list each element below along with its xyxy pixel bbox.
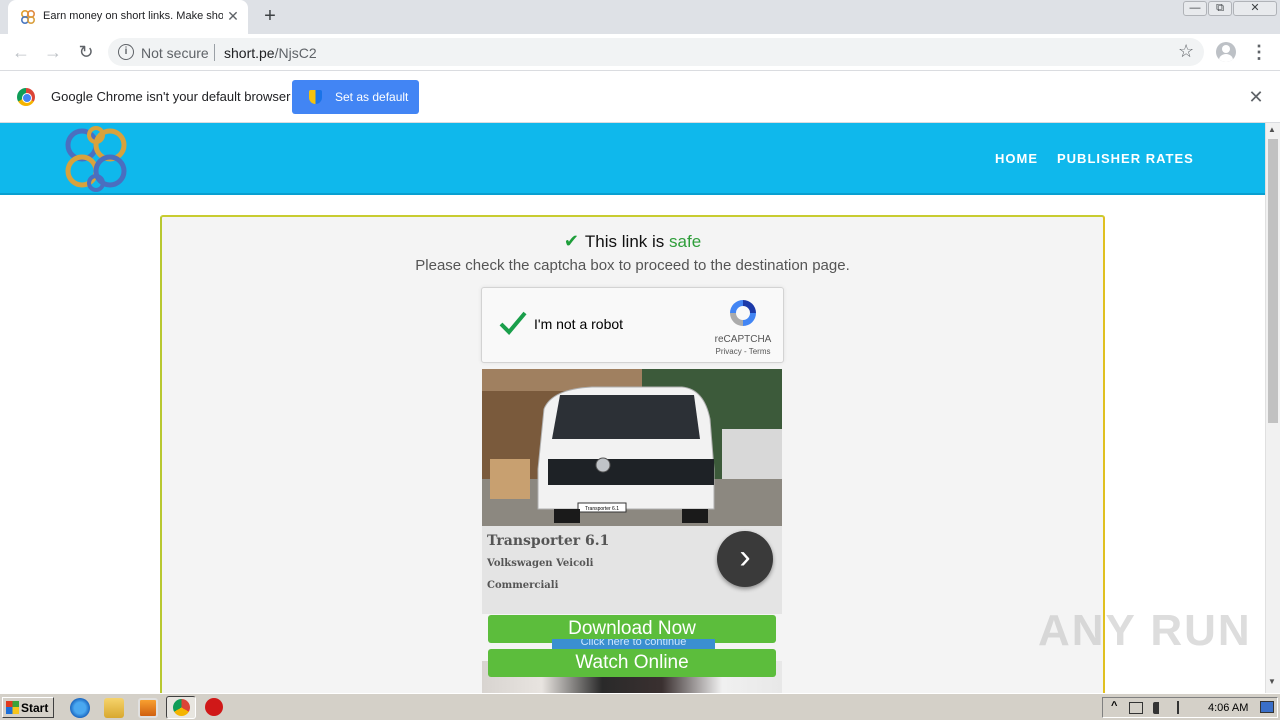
van-plate: Transporter 6.1	[585, 506, 619, 512]
chrome-taskbar-button[interactable]	[166, 696, 196, 719]
address-bar[interactable]: i Not secure short.pe/NjsC2 ☆	[108, 38, 1204, 66]
system-tray: ^	[1102, 697, 1278, 718]
taskbar-clock[interactable]: 4:06 AM	[1208, 702, 1248, 714]
advertisement[interactable]: Transporter 6.1 Transporter 6.1 Volkswag…	[482, 369, 782, 614]
page-scrollbar[interactable]: ▲ ▼	[1265, 123, 1280, 693]
scrollbar-thumb[interactable]	[1268, 139, 1278, 423]
chrome-logo-icon	[17, 88, 35, 106]
safe-prefix: This link is	[584, 232, 665, 251]
tab-close-icon[interactable]: ✕	[225, 8, 241, 24]
uac-shield-icon	[309, 90, 322, 104]
captcha-instruction: Please check the captcha box to proceed …	[415, 257, 850, 274]
back-button[interactable]: ←	[9, 40, 33, 64]
chrome-menu-icon[interactable]: ⋮	[1250, 42, 1268, 62]
ad-subtitle-line1: Volkswagen Veicoli	[487, 558, 594, 569]
forward-button[interactable]: →	[41, 40, 65, 64]
page-viewport: HOME PUBLISHER RATES ✔ This link is safe …	[0, 123, 1265, 693]
ad-arrow-icon[interactable]: ›	[717, 531, 773, 587]
chrome-taskbar-icon	[173, 699, 190, 716]
content-card: ✔ This link is safe Please check the capt…	[160, 215, 1105, 693]
recaptcha-widget[interactable]: I'm not a robot reCAPTCHA Privacy - Term…	[481, 287, 784, 363]
file-explorer-icon[interactable]	[104, 698, 124, 718]
url-text[interactable]: short.pe/NjsC2	[224, 45, 317, 61]
show-desktop-icon[interactable]	[1260, 701, 1274, 713]
set-as-default-label: Set as default	[335, 90, 409, 104]
infobar-message: Google Chrome isn't your default browser	[51, 89, 291, 104]
opera-icon[interactable]	[205, 698, 223, 716]
default-browser-infobar: Google Chrome isn't your default browser…	[0, 71, 1280, 123]
bookmark-star-icon[interactable]: ☆	[1178, 41, 1194, 62]
nav-home-link[interactable]: HOME	[995, 151, 1038, 166]
volume-icon[interactable]	[1153, 702, 1165, 714]
scroll-up-icon[interactable]: ▲	[1268, 125, 1276, 134]
media-player-icon[interactable]	[138, 698, 158, 718]
tray-expand-icon[interactable]: ^	[1111, 700, 1117, 712]
safe-status: ✔ This link is safe	[162, 231, 1103, 252]
site-favicon-icon	[20, 9, 36, 25]
network-icon[interactable]	[1129, 702, 1143, 714]
anyrun-watermark: ANY RUN	[1038, 606, 1252, 655]
action-center-flag-icon[interactable]	[1177, 701, 1189, 714]
recaptcha-privacy-terms[interactable]: Privacy - Terms	[708, 347, 778, 356]
security-label[interactable]: Not secure	[141, 45, 209, 61]
scroll-down-icon[interactable]: ▼	[1268, 677, 1276, 686]
reload-button[interactable]: ↻	[74, 40, 98, 64]
nav-publisher-rates-link[interactable]: PUBLISHER RATES	[1057, 151, 1194, 166]
recaptcha-brand: reCAPTCHA	[714, 334, 772, 345]
set-as-default-button[interactable]: Set as default	[292, 80, 419, 114]
watch-online-button[interactable]: Watch Online	[488, 649, 776, 677]
browser-tab[interactable]: Earn money on short links. Make short li…	[8, 0, 248, 34]
profile-avatar-icon[interactable]	[1216, 42, 1236, 62]
ad-subtitle-line2: Commerciali	[487, 580, 559, 591]
internet-explorer-icon[interactable]	[70, 698, 90, 718]
continue-button[interactable]: Click here to continue	[552, 639, 715, 649]
window-close-button[interactable]: ✕	[1233, 1, 1277, 16]
windows-taskbar: Start ^ 4:06 AM	[0, 693, 1280, 720]
tab-title: Earn money on short links. Make short li…	[43, 10, 223, 22]
site-header: HOME PUBLISHER RATES	[0, 123, 1265, 195]
browser-toolbar: ← → ↻ i Not secure short.pe/NjsC2 ☆ ⋮	[0, 34, 1280, 71]
recaptcha-checkmark-icon[interactable]	[498, 308, 528, 338]
url-host: short.pe	[224, 45, 275, 61]
start-button[interactable]: Start	[2, 697, 54, 718]
van-illustration: Transporter 6.1	[482, 369, 782, 526]
infobar-close-icon[interactable]: ✕	[1246, 87, 1266, 107]
omnibox-separator	[214, 44, 215, 61]
ad-title[interactable]: Transporter 6.1	[487, 533, 609, 549]
tab-strip: Earn money on short links. Make short li…	[0, 0, 1280, 34]
start-label: Start	[21, 701, 49, 715]
minimize-button[interactable]: —	[1183, 1, 1207, 16]
restore-button[interactable]: ⧉	[1208, 1, 1232, 16]
site-logo-icon[interactable]	[60, 125, 132, 193]
recaptcha-logo-icon	[730, 300, 756, 326]
safe-check-icon: ✔	[563, 231, 579, 251]
info-icon[interactable]: i	[118, 44, 134, 60]
url-path: /NjsC2	[274, 45, 317, 61]
safe-word: safe	[669, 232, 702, 251]
ad-image-van[interactable]: Transporter 6.1	[482, 369, 782, 526]
recaptcha-label: I'm not a robot	[534, 316, 624, 332]
windows-logo-icon	[6, 701, 19, 714]
new-tab-button[interactable]: +	[260, 6, 280, 26]
